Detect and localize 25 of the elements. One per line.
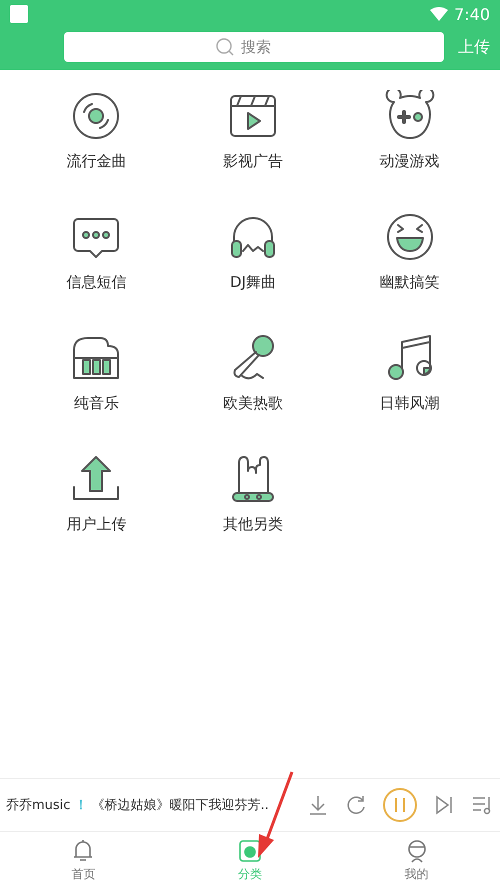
category-item[interactable]: 流行金曲 xyxy=(18,90,175,211)
category-item[interactable]: 动漫游戏 xyxy=(331,90,488,211)
category-item[interactable]: 其他另类 xyxy=(174,453,332,574)
category-item[interactable]: 用户上传 xyxy=(18,453,175,574)
disc-square-icon xyxy=(237,838,263,864)
wifi-icon xyxy=(430,7,448,21)
category-item[interactable]: 影视广告 xyxy=(174,90,332,211)
separator-mark: ！ xyxy=(74,797,88,814)
pause-button[interactable] xyxy=(382,787,418,823)
category-item[interactable]: DJ舞曲 xyxy=(174,211,332,332)
search-input[interactable]: 搜索 xyxy=(239,37,293,57)
nav-tab[interactable]: 我的 xyxy=(333,832,500,888)
artist-name: 乔乔music xyxy=(6,797,70,814)
nav-tab[interactable]: 首页 xyxy=(0,832,167,888)
song-title: 《桥边姑娘》暖阳下我迎芬芳.. xyxy=(91,797,269,814)
notification-icon xyxy=(10,5,28,23)
search-bar[interactable]: 搜索 xyxy=(64,32,444,62)
category-item[interactable]: 欧美热歌 xyxy=(174,332,332,453)
status-time: 7:40 xyxy=(454,4,490,24)
category-item[interactable]: 纯音乐 xyxy=(18,332,175,453)
category-item[interactable]: 日韩风潮 xyxy=(331,332,488,453)
gamepad-icon xyxy=(384,90,436,142)
category-item[interactable]: 幽默搞笑 xyxy=(331,211,488,332)
category-item[interactable]: 信息短信 xyxy=(18,211,175,332)
search-icon xyxy=(215,37,235,57)
